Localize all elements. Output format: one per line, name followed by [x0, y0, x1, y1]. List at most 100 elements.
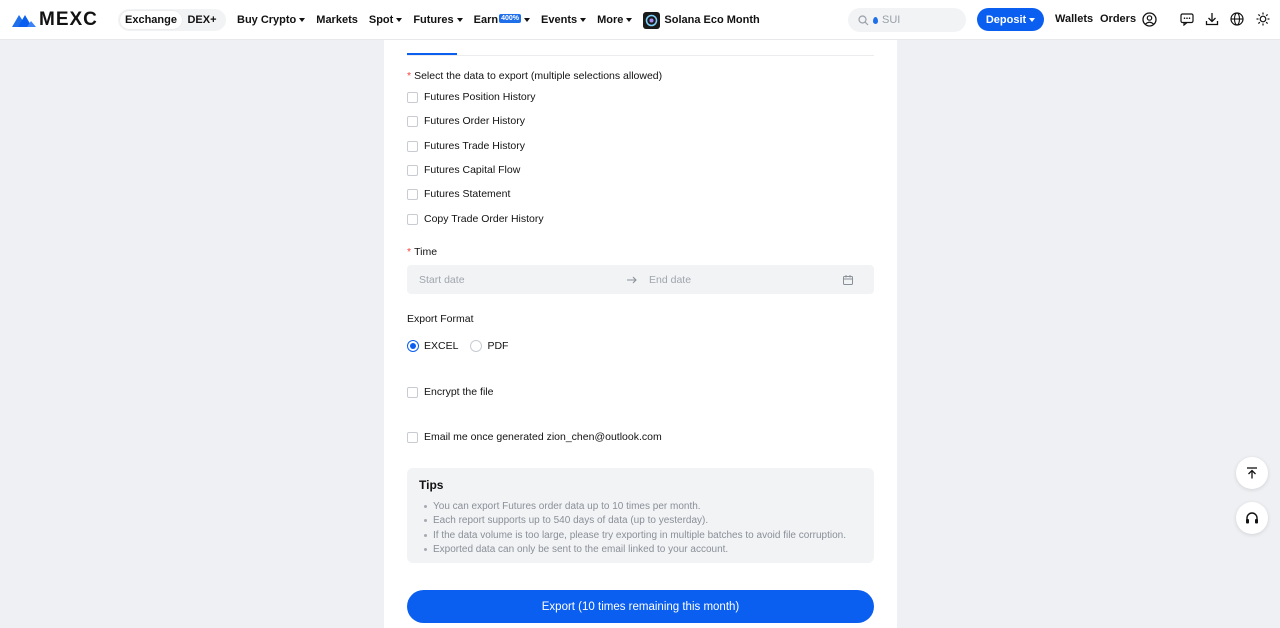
- menu-label: Spot: [368, 14, 394, 26]
- menu-label: Earn: [473, 14, 499, 26]
- date-range-picker[interactable]: [407, 265, 874, 294]
- option-futures-statement[interactable]: Futures Statement: [407, 188, 510, 200]
- exchange-dex-switch: Exchange DEX+: [118, 9, 226, 31]
- option-label: Copy Trade Order History: [424, 213, 544, 225]
- radio-excel-label[interactable]: EXCEL: [424, 340, 458, 352]
- tips-list: You can export Futures order data up to …: [419, 500, 862, 557]
- option-futures-position-history[interactable]: Futures Position History: [407, 91, 535, 103]
- caret-down-icon: [456, 18, 463, 22]
- user-icon[interactable]: [1141, 11, 1157, 27]
- sui-drop-icon: [873, 16, 878, 24]
- menu-futures[interactable]: Futures: [413, 14, 463, 26]
- search-input[interactable]: [882, 14, 952, 26]
- start-date-input[interactable]: [419, 273, 619, 286]
- checkbox[interactable]: [407, 140, 418, 152]
- option-futures-capital-flow[interactable]: Futures Capital Flow: [407, 164, 520, 176]
- checkbox[interactable]: [407, 91, 418, 103]
- menu-label: Markets: [316, 14, 358, 26]
- menu-more[interactable]: More: [597, 14, 633, 26]
- format-radio-group: EXCEL PDF: [407, 340, 520, 352]
- encrypt-label: Encrypt the file: [424, 386, 494, 398]
- caret-down-icon: [299, 18, 306, 22]
- menu-label: Buy Crypto: [237, 14, 297, 26]
- export-panel: * Select the data to export (multiple sel…: [384, 40, 897, 628]
- caret-down-icon: [1029, 17, 1036, 22]
- menu-spot[interactable]: Spot: [368, 14, 403, 26]
- search-box[interactable]: [848, 8, 966, 32]
- mexc-logo[interactable]: MEXC: [12, 9, 98, 30]
- segment-dex[interactable]: DEX+: [182, 11, 222, 29]
- required-mark: *: [407, 246, 412, 258]
- checkbox[interactable]: [407, 188, 418, 200]
- main-menu: Buy Crypto Markets Spot Futures Earn 400%…: [237, 0, 771, 40]
- end-date-input[interactable]: [649, 273, 839, 286]
- radio-excel[interactable]: [407, 340, 419, 352]
- select-data-text: Select the data to export (multiple sele…: [414, 70, 663, 82]
- option-label: Futures Capital Flow: [424, 164, 521, 176]
- time-label: * Time: [407, 246, 437, 258]
- list-item: You can export Futures order data up to …: [419, 500, 862, 514]
- checkbox[interactable]: [407, 431, 418, 443]
- option-label: Futures Order History: [424, 115, 525, 127]
- email-me-option[interactable]: Email me once generated zion_chen@outloo…: [407, 431, 662, 443]
- option-label: Futures Statement: [424, 188, 511, 200]
- calendar-icon[interactable]: [843, 274, 853, 285]
- menu-buy-crypto[interactable]: Buy Crypto: [237, 14, 306, 26]
- mexc-logo-icon: [12, 15, 36, 27]
- radio-pdf[interactable]: [470, 340, 483, 352]
- deposit-button[interactable]: Deposit: [977, 8, 1044, 31]
- globe-icon[interactable]: [1229, 11, 1245, 27]
- earn-badge: 400%: [499, 14, 522, 23]
- top-nav: MEXC Exchange DEX+ Buy Crypto Markets Sp…: [0, 0, 1280, 40]
- back-to-top-icon[interactable]: [1236, 457, 1268, 489]
- caret-down-icon: [396, 18, 403, 22]
- message-icon[interactable]: [1179, 11, 1195, 27]
- solana-promo-icon: [643, 11, 661, 29]
- option-label: Futures Position History: [424, 91, 536, 103]
- checkbox[interactable]: [407, 213, 418, 225]
- menu-earn[interactable]: Earn 400%: [473, 14, 531, 26]
- option-futures-order-history[interactable]: Futures Order History: [407, 115, 525, 127]
- option-futures-trade-history[interactable]: Futures Trade History: [407, 140, 525, 152]
- menu-events[interactable]: Events: [541, 14, 587, 26]
- wallets-link[interactable]: Wallets: [1055, 13, 1093, 25]
- list-item: Each report supports up to 540 days of d…: [419, 514, 862, 528]
- menu-label: Futures: [413, 14, 454, 26]
- tips-box: Tips You can export Futures order data u…: [407, 468, 874, 563]
- select-data-label: * Select the data to export (multiple sel…: [407, 70, 662, 82]
- search-icon: [858, 14, 869, 25]
- tips-title: Tips: [419, 478, 444, 492]
- encrypt-file-option[interactable]: Encrypt the file: [407, 386, 493, 398]
- checkbox[interactable]: [407, 164, 418, 176]
- option-label: Futures Trade History: [424, 140, 525, 152]
- caret-down-icon: [524, 18, 531, 22]
- active-tab-indicator: [407, 53, 457, 55]
- checkbox[interactable]: [407, 115, 418, 127]
- caret-down-icon: [580, 18, 587, 22]
- logo-text: MEXC: [39, 9, 98, 30]
- email-label: Email me once generated zion_chen@outloo…: [424, 431, 662, 443]
- export-button[interactable]: Export (10 times remaining this month): [407, 590, 874, 623]
- export-format-label: Export Format: [407, 313, 474, 325]
- time-text: Time: [414, 246, 438, 258]
- checkbox[interactable]: [407, 386, 418, 398]
- list-item: If the data volume is too large, please …: [419, 529, 862, 543]
- promo-label: Solana Eco Month: [664, 14, 760, 26]
- option-copy-trade-order-history[interactable]: Copy Trade Order History: [407, 213, 544, 225]
- menu-markets[interactable]: Markets: [316, 14, 358, 26]
- deposit-label: Deposit: [985, 13, 1027, 26]
- required-mark: *: [407, 70, 412, 82]
- promo-solana-eco-month[interactable]: Solana Eco Month: [643, 11, 760, 29]
- menu-label: More: [597, 14, 624, 26]
- orders-link[interactable]: Orders: [1100, 13, 1136, 25]
- support-headset-icon[interactable]: [1236, 502, 1268, 534]
- segment-exchange[interactable]: Exchange: [120, 11, 182, 29]
- radio-pdf-label[interactable]: PDF: [487, 340, 508, 352]
- caret-down-icon: [626, 18, 633, 22]
- list-item: Exported data can only be sent to the em…: [419, 543, 862, 557]
- tab-divider: [407, 55, 874, 56]
- theme-icon[interactable]: [1255, 11, 1271, 27]
- arrow-right-icon: [627, 276, 637, 283]
- download-icon[interactable]: [1204, 11, 1220, 27]
- menu-label: Events: [541, 14, 578, 26]
